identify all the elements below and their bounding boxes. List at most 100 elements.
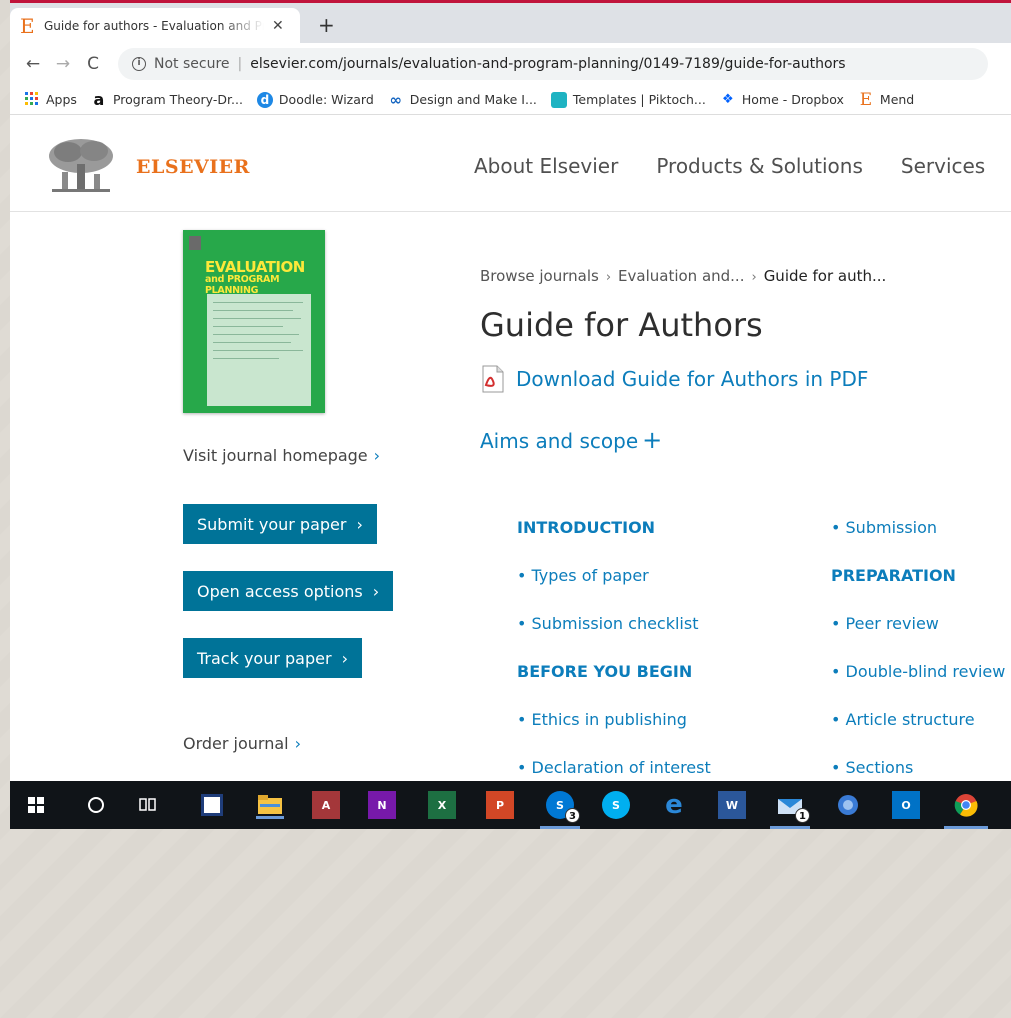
skype-business-letter: S [556,798,564,812]
bookmark-label: Apps [46,92,77,107]
toc-ethics-in-publishing[interactable]: • Ethics in publishing [517,710,687,729]
order-journal-link[interactable]: Order journal › [183,734,301,753]
browser-tab[interactable]: E Guide for authors - Evaluation and Pro… [10,8,300,43]
amazon-icon: a [93,89,105,109]
powerpoint-icon[interactable]: P [486,791,514,819]
cover-publisher-logo-icon [189,236,201,250]
access-icon[interactable]: A [312,791,340,819]
toc-double-blind-review[interactable]: • Double-blind review [831,662,1005,681]
breadcrumb-current: Guide for auth... [763,267,887,285]
browser-toolbar: ← → C i Not secure | elsevier.com/journa… [10,43,1011,85]
elsevier-tree-logo-icon[interactable] [46,136,116,194]
bookmark-dropbox[interactable]: ❖ Home - Dropbox [720,92,844,108]
windows-start-icon[interactable] [22,791,50,819]
bookmark-apps[interactable]: Apps [24,91,77,108]
dropbox-icon: ❖ [722,91,734,107]
new-tab-button[interactable]: + [318,13,335,37]
submit-paper-button[interactable]: Submit your paper › [183,504,377,544]
journal-cover[interactable]: EVALUATION and PROGRAM PLANNING [183,230,325,413]
bookmark-label: Design and Make I... [409,92,537,107]
bookmarks-bar: Apps a Program Theory-Dr... d Doodle: Wi… [10,85,1011,115]
infinity-icon: ∞ [389,90,403,109]
nav-about-elsevier[interactable]: About Elsevier [474,154,618,178]
tab-title: Guide for authors - Evaluation and Progr… [44,18,264,33]
link-label: Order journal [183,734,289,753]
nav-services[interactable]: Services [901,154,985,178]
breadcrumb-separator: › [751,270,757,285]
address-bar[interactable]: i Not secure | elsevier.com/journals/eva… [118,48,988,80]
pdf-icon [482,365,504,393]
toc-submission-checklist[interactable]: • Submission checklist [517,614,698,633]
button-label: Submit your paper [197,514,347,534]
bookmark-program-theory[interactable]: a Program Theory-Dr... [91,89,243,109]
close-tab-icon[interactable]: ✕ [272,18,284,34]
toc-submission[interactable]: • Submission [831,518,937,537]
bookmark-piktochart[interactable]: Templates | Piktoch... [550,91,706,108]
visit-journal-homepage-link[interactable]: Visit journal homepage › [183,446,380,465]
toc-article-structure[interactable]: • Article structure [831,710,975,729]
web-page: ELSEVIER About Elsevier Products & Solut… [10,116,1011,781]
chevron-right-icon: › [372,581,380,601]
elsevier-favicon-icon: E [20,13,35,38]
edge-icon[interactable]: e [660,790,688,820]
link-label: Visit journal homepage [183,446,368,465]
toc-introduction[interactable]: INTRODUCTION [517,518,655,537]
back-button[interactable]: ← [18,54,48,74]
skype-business-badge: 3 [565,808,580,823]
apps-grid-icon [24,91,40,108]
chevron-right-icon: › [373,446,381,465]
open-access-options-button[interactable]: Open access options › [183,571,394,611]
cover-title-line2: and PROGRAM PLANNING [205,274,280,296]
file-explorer-icon[interactable] [256,791,284,819]
aims-and-scope-toggle[interactable]: Aims and scope + [480,426,662,454]
track-paper-button[interactable]: Track your paper › [183,638,362,678]
nav-products-solutions[interactable]: Products & Solutions [656,154,863,178]
outlook-icon[interactable]: O [892,791,920,819]
bookmark-label: Doodle: Wizard [278,92,374,107]
bookmark-doodle[interactable]: d Doodle: Wizard [256,91,374,108]
mail-icon[interactable]: 1 [770,791,810,829]
doodle-icon: d [256,91,273,108]
page-title: Guide for Authors [480,306,763,344]
onenote-icon[interactable]: N [368,791,396,819]
breadcrumb-browse-journals[interactable]: Browse journals [480,267,599,285]
bookmark-label: Home - Dropbox [741,92,844,107]
download-pdf-link[interactable]: Download Guide for Authors in PDF [480,365,868,393]
skype-business-icon[interactable]: S 3 [540,791,580,829]
bookmark-mendeley[interactable]: E Mend [858,89,915,110]
toc-peer-review[interactable]: • Peer review [831,614,939,633]
skype-icon[interactable]: S [602,791,630,819]
forward-button[interactable]: → [48,54,78,74]
toggle-label: Aims and scope [480,429,639,453]
chevron-right-icon: › [341,648,348,668]
elsevier-wordmark[interactable]: ELSEVIER [136,156,250,178]
security-label: Not secure [154,56,230,72]
address-separator: | [237,56,243,72]
excel-icon[interactable]: X [428,791,456,819]
toc-before-you-begin[interactable]: BEFORE YOU BEGIN [517,662,692,681]
elsevier-e-icon: E [859,89,873,110]
bookmark-design-make[interactable]: ∞ Design and Make I... [388,92,537,108]
breadcrumb-journal[interactable]: Evaluation and... [618,267,744,285]
reload-button[interactable]: C [78,54,108,74]
network-icon[interactable] [834,791,862,819]
screenshot-window: E Guide for authors - Evaluation and Pro… [10,0,1011,829]
toc-sections[interactable]: • Sections [831,758,913,777]
app-icon[interactable] [198,791,226,819]
word-icon[interactable]: W [718,791,746,819]
toc-types-of-paper[interactable]: • Types of paper [517,566,649,585]
toc-preparation[interactable]: PREPARATION [831,566,956,585]
cover-contents-panel [207,294,311,406]
toc-declaration-of-interest[interactable]: • Declaration of interest [517,758,711,777]
bookmark-label: Templates | Piktoch... [572,92,706,107]
mail-badge: 1 [795,808,810,823]
url-text: elsevier.com/journals/evaluation-and-pro… [250,56,846,72]
chrome-icon[interactable] [944,791,988,829]
link-label: Download Guide for Authors in PDF [516,367,869,391]
task-view-icon[interactable] [134,791,162,819]
info-icon[interactable]: i [132,57,146,71]
chevron-right-icon: › [356,514,363,534]
windows-taskbar: A N X P S 3 S e W 1 O [10,781,1011,829]
cortana-icon[interactable] [82,791,110,819]
browser-tabstrip: E Guide for authors - Evaluation and Pro… [10,3,1011,43]
